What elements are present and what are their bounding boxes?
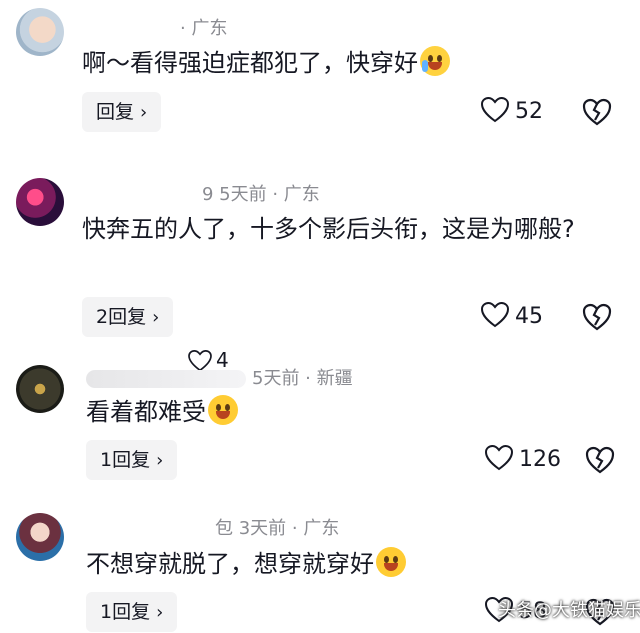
- comment-meta-text: 包 3天前 · 广东: [215, 518, 340, 539]
- comment-meta-text: · 广东: [180, 18, 228, 39]
- like-button[interactable]: 45: [480, 297, 543, 337]
- like-button[interactable]: 52: [480, 92, 543, 132]
- crying-laughing-face-icon: [208, 395, 238, 425]
- comment-text-content: 看着都难受: [86, 398, 206, 426]
- reply-label: 1回复: [100, 601, 151, 623]
- comment-meta: · 广东: [180, 14, 227, 40]
- comment-meta-text: 9 5天前 · 广东: [202, 184, 320, 205]
- comment-text: 看着都难受: [86, 393, 616, 431]
- comment-meta-text: 5天前 · 新疆: [252, 368, 353, 389]
- reply-label: 回复: [96, 101, 135, 123]
- reply-button[interactable]: 回复 ›: [82, 92, 162, 132]
- heart-outline-icon: [480, 96, 510, 123]
- chevron-right-icon: ›: [152, 307, 160, 328]
- comment-item: 9 5天前 · 广东 快奔五的人了，十多个影后头衔，这是为哪般? 2回复 › 45: [0, 160, 640, 350]
- watermark: 头条@大铁猫娱乐: [498, 600, 640, 621]
- comment-item: · 广东 啊～看得强迫症都犯了，快穿好 回复 › 52: [0, 0, 640, 150]
- reply-label: 2回复: [96, 306, 147, 328]
- grinning-face-icon: [376, 547, 406, 577]
- avatar[interactable]: [16, 8, 64, 56]
- like-count: 45: [515, 304, 543, 329]
- chevron-right-icon: ›: [140, 102, 148, 123]
- crying-face-icon: [420, 46, 450, 76]
- chevron-right-icon: ›: [156, 450, 164, 471]
- reply-button[interactable]: 1回复 ›: [86, 592, 178, 632]
- comment-text-content: 啊～看得强迫症都犯了，快穿好: [82, 49, 418, 77]
- like-button[interactable]: 126: [484, 440, 561, 480]
- reply-label: 1回复: [100, 449, 151, 471]
- comment-text-content: 不想穿就脱了，想穿就穿好: [86, 550, 374, 578]
- like-count: 52: [515, 99, 543, 124]
- avatar[interactable]: [16, 513, 64, 561]
- comment-text: 啊～看得强迫症都犯了，快穿好: [82, 44, 612, 82]
- reply-button[interactable]: 2回复 ›: [82, 297, 174, 337]
- comment-text: 不想穿就脱了，想穿就穿好: [86, 545, 616, 583]
- avatar[interactable]: [16, 178, 64, 226]
- comment-meta: 包 3天前 · 广东: [215, 514, 339, 540]
- broken-heart-icon[interactable]: [584, 444, 616, 476]
- like-count: 126: [519, 447, 561, 472]
- comment-text-content: 快奔五的人了，十多个影后头衔，这是为哪般?: [82, 215, 575, 243]
- comment-item: 5天前 · 新疆 看着都难受 1回复 › 126: [0, 355, 640, 495]
- username-blurred: [86, 370, 246, 388]
- comment-text: 快奔五的人了，十多个影后头衔，这是为哪般?: [82, 210, 612, 248]
- broken-heart-icon[interactable]: [581, 301, 613, 333]
- heart-outline-icon: [480, 301, 510, 328]
- avatar[interactable]: [16, 365, 64, 413]
- comment-meta: 5天前 · 新疆: [86, 364, 353, 390]
- broken-heart-icon[interactable]: [581, 96, 613, 128]
- reply-button[interactable]: 1回复 ›: [86, 440, 178, 480]
- comment-meta: 9 5天前 · 广东: [202, 180, 320, 206]
- chevron-right-icon: ›: [156, 602, 164, 623]
- heart-outline-icon: [484, 444, 514, 471]
